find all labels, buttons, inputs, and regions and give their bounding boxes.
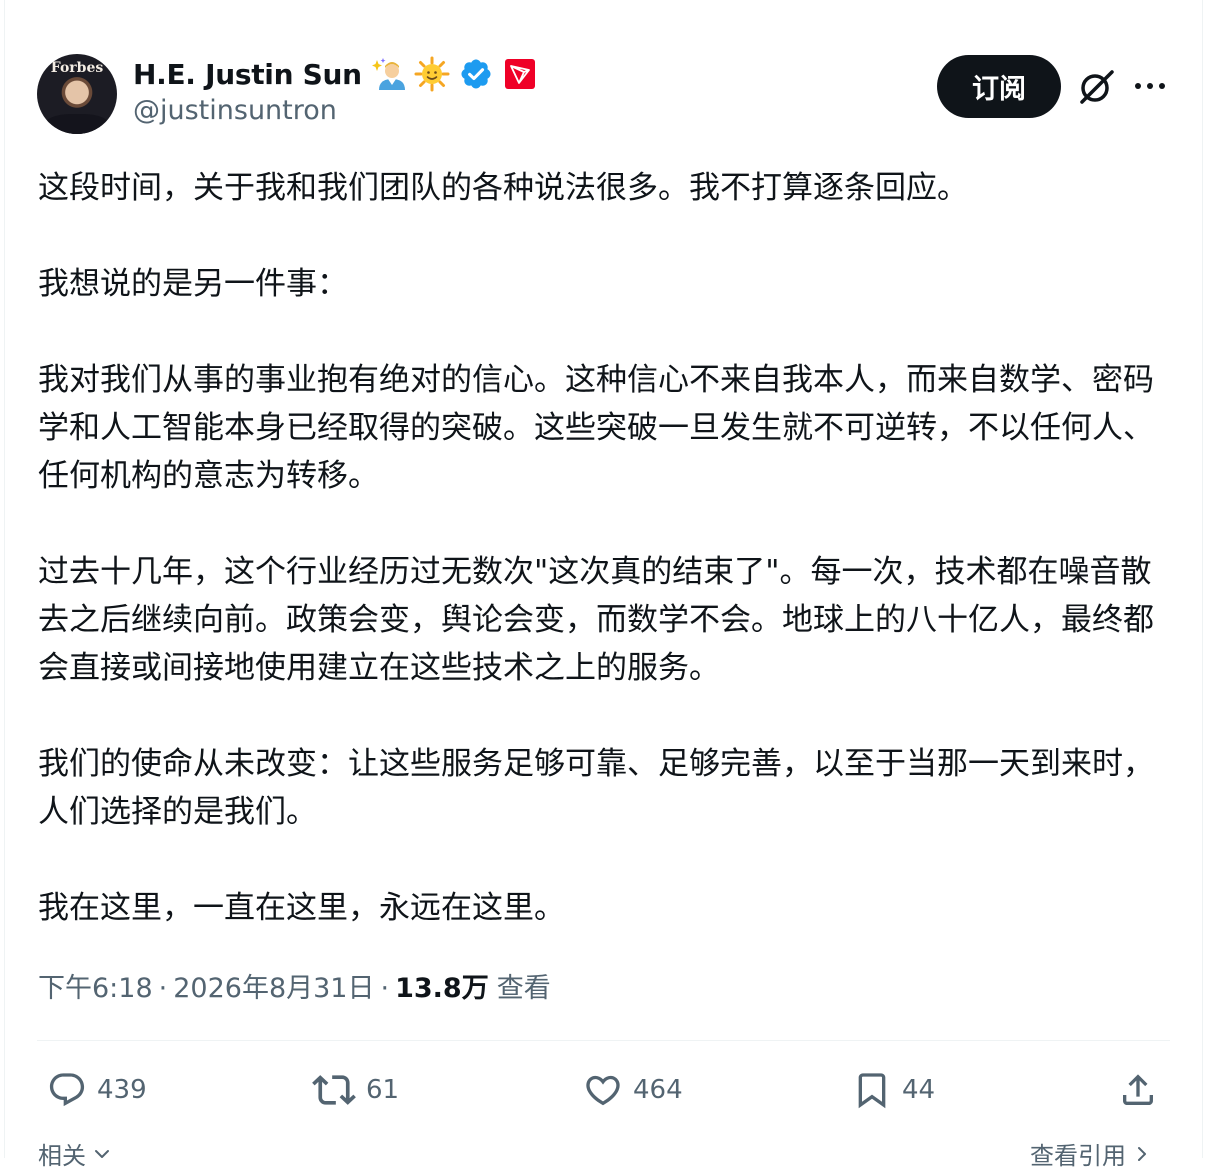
view-quotes-link[interactable]: 查看引用	[1030, 1136, 1152, 1171]
views-label[interactable]: 查看	[497, 966, 551, 1005]
divider	[37, 1040, 1170, 1041]
like-count: 464	[633, 1075, 683, 1105]
verified-badge-icon[interactable]	[458, 56, 494, 92]
tweet-metadata: 下午6:18 · 2026年8月31日 · 13.8万 查看	[38, 966, 551, 1005]
sun-emoji	[414, 56, 450, 92]
author-name-row: H.E. Justin Sun	[133, 54, 538, 94]
tweet-paragraph: 我想说的是另一件事：	[38, 266, 348, 302]
repost-button[interactable]: 61	[312, 1066, 399, 1114]
heart-icon	[586, 1075, 620, 1106]
tweet-paragraph: 这段时间，关于我和我们团队的各种说法很多。我不打算逐条回应。	[38, 170, 968, 206]
timeline-border-left	[4, 0, 5, 1158]
like-button[interactable]: 464	[583, 1066, 683, 1114]
tweet-paragraph: 我对我们从事的事业抱有绝对的信心。这种信心不来自我本人，而来自数学、密码学和人工…	[38, 362, 1154, 494]
meta-separator: ·	[380, 973, 390, 1004]
avatar-magazine-text: Forbes	[50, 60, 104, 76]
reply-count: 439	[97, 1075, 147, 1105]
reply-icon	[49, 1073, 85, 1107]
tweet-date[interactable]: 2026年8月31日	[173, 966, 374, 1005]
author-handle[interactable]: @justinsuntron	[133, 95, 337, 126]
views-count[interactable]: 13.8万	[395, 966, 489, 1005]
share-icon	[1123, 1074, 1153, 1105]
tweet-paragraph: 我在这里，一直在这里，永远在这里。	[38, 890, 565, 926]
bookmark-button[interactable]: 44	[852, 1066, 935, 1114]
subscribe-button[interactable]: 订阅	[937, 55, 1061, 118]
repost-count: 61	[366, 1075, 400, 1105]
author-name[interactable]: H.E. Justin Sun	[133, 58, 362, 91]
grok-icon[interactable]	[1076, 66, 1116, 106]
bookmark-count: 44	[902, 1075, 936, 1105]
tron-logo-icon[interactable]	[502, 56, 538, 92]
repost-icon	[312, 1075, 356, 1105]
tweet-paragraph: 我们的使命从未改变：让这些服务足够可靠、足够完善，以至于当那一天到来时，人们选择…	[38, 746, 1154, 830]
chevron-right-icon	[1138, 1146, 1146, 1161]
meta-separator: ·	[158, 973, 168, 1004]
bookmark-icon	[858, 1073, 886, 1109]
tweet-time[interactable]: 下午6:18	[38, 966, 153, 1005]
sparkle-person-emoji	[370, 56, 406, 92]
related-link[interactable]: 相关	[38, 1136, 112, 1171]
author-avatar[interactable]: Forbes	[37, 54, 117, 134]
reply-button[interactable]: 439	[47, 1066, 147, 1114]
tweet-text: 这段时间，关于我和我们团队的各种说法很多。我不打算逐条回应。 我想说的是另一件事…	[38, 164, 1178, 932]
more-icon[interactable]	[1133, 72, 1167, 100]
chevron-down-icon	[95, 1149, 109, 1158]
share-button[interactable]	[1118, 1066, 1158, 1114]
avatar-suit	[45, 114, 109, 134]
timeline-border-right	[1202, 0, 1203, 1158]
view-quotes-label: 查看引用	[1030, 1142, 1126, 1170]
related-label: 相关	[38, 1142, 86, 1170]
tweet-paragraph: 过去十几年，这个行业经历过无数次"这次真的结束了"。每一次，技术都在噪音散去之后…	[38, 554, 1154, 686]
